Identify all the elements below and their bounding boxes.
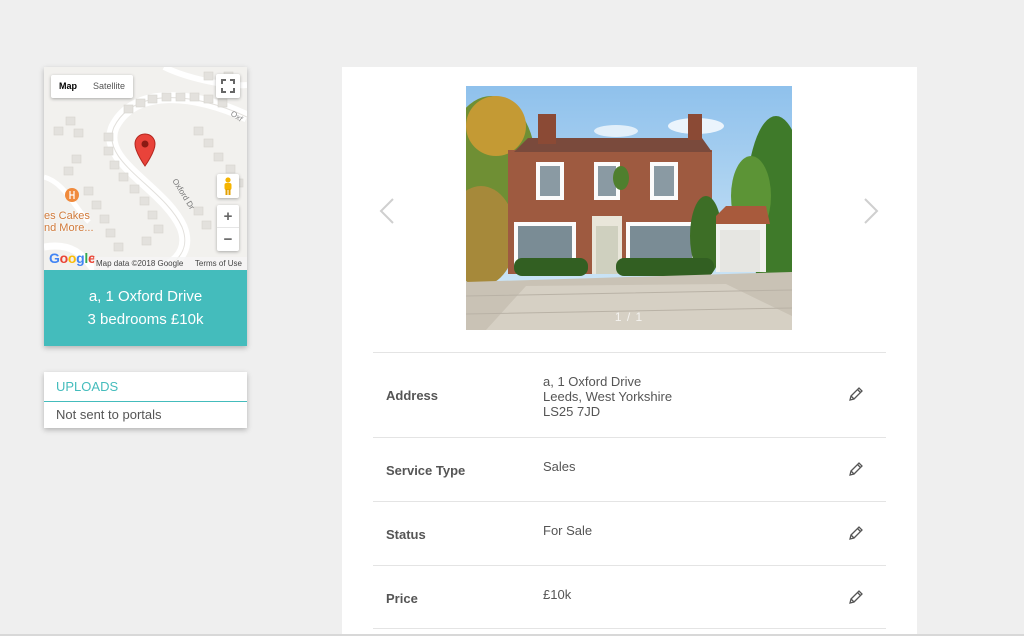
uploads-status: Not sent to portals bbox=[56, 407, 162, 422]
map-terms-link[interactable]: Terms of Use bbox=[195, 257, 242, 270]
fullscreen-button[interactable] bbox=[216, 74, 240, 98]
map-attribution: Map data ©2018 Google bbox=[96, 259, 184, 268]
zoom-control: + − bbox=[217, 205, 239, 251]
edit-price-button[interactable] bbox=[847, 588, 865, 606]
chevron-right-icon[interactable] bbox=[861, 197, 881, 225]
property-summary-address: a, 1 Oxford Drive bbox=[88, 288, 203, 305]
pencil-icon bbox=[849, 526, 863, 540]
zoom-out-button[interactable]: − bbox=[217, 228, 239, 251]
property-summary-details: 3 bedrooms £10k bbox=[87, 311, 204, 328]
pegman-icon bbox=[224, 177, 232, 195]
property-summary: a, 1 Oxford Drive 3 bedrooms £10k bbox=[44, 270, 247, 346]
field-row-status: Status For Sale bbox=[373, 501, 886, 565]
map-type-control: Map Satellite bbox=[51, 75, 134, 98]
field-label: Status bbox=[386, 527, 426, 542]
map-type-satellite-button[interactable]: Satellite bbox=[85, 75, 133, 98]
field-value: For Sale bbox=[543, 523, 593, 538]
google-logo: Google bbox=[49, 250, 96, 266]
field-label: Address bbox=[386, 388, 439, 403]
property-map[interactable]: Map Satellite + − es Cakes nd More... Ox… bbox=[44, 67, 247, 270]
field-label: Service Type bbox=[386, 463, 466, 478]
field-value: £10k bbox=[543, 587, 572, 602]
property-fields: Address a, 1 Oxford Drive Leeds, West Yo… bbox=[373, 352, 886, 629]
property-photo[interactable]: 1 / 1 bbox=[466, 86, 792, 330]
pencil-icon bbox=[849, 462, 863, 476]
uploads-title: UPLOADS bbox=[44, 372, 247, 402]
edit-status-button[interactable] bbox=[847, 524, 865, 542]
chevron-left-icon[interactable] bbox=[377, 197, 397, 225]
edit-service-type-button[interactable] bbox=[847, 460, 865, 478]
field-value: a, 1 Oxford Drive Leeds, West Yorkshire … bbox=[543, 374, 673, 419]
field-row-address: Address a, 1 Oxford Drive Leeds, West Yo… bbox=[373, 352, 886, 437]
property-detail-panel: 1 / 1 Address a, 1 Oxford Drive Leeds, W… bbox=[342, 67, 917, 636]
street-view-button[interactable] bbox=[217, 174, 239, 198]
fullscreen-icon bbox=[221, 79, 235, 93]
zoom-in-button[interactable]: + bbox=[217, 205, 239, 228]
field-value: Sales bbox=[543, 459, 576, 474]
pencil-icon bbox=[849, 387, 863, 401]
edit-address-button[interactable] bbox=[847, 385, 865, 403]
map-attribution-bar: Map data ©2018 Google Terms of Use bbox=[94, 257, 247, 270]
field-label: Price bbox=[386, 591, 418, 606]
map-type-map-button[interactable]: Map bbox=[51, 75, 85, 98]
property-map-card: Map Satellite + − es Cakes nd More... Ox… bbox=[44, 67, 247, 346]
photo-counter: 1 / 1 bbox=[614, 310, 644, 324]
map-poi-label: es Cakes nd More... bbox=[44, 210, 94, 234]
house-photo bbox=[466, 86, 792, 330]
field-row-price: Price £10k bbox=[373, 565, 886, 629]
pencil-icon bbox=[849, 590, 863, 604]
map-pin-icon[interactable] bbox=[134, 133, 156, 167]
field-row-service-type: Service Type Sales bbox=[373, 437, 886, 501]
uploads-card: UPLOADS Not sent to portals bbox=[44, 372, 247, 428]
